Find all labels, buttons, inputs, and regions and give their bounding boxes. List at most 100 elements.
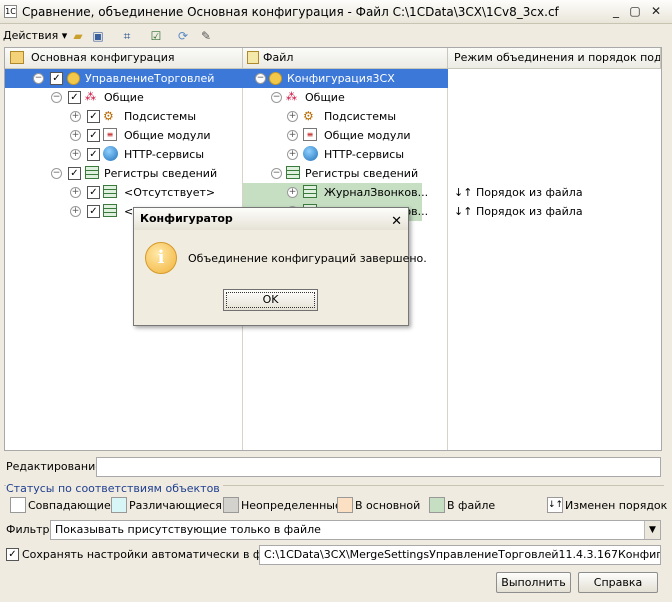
collapse-icon[interactable]: − [255,73,266,84]
column-header-main[interactable]: Основная конфигурация [5,48,243,69]
tree-item-label: Общие [305,91,345,104]
status-label: Неопределенные [241,499,342,512]
settings-icon[interactable]: ✎ [197,27,215,45]
column-header-main-label: Основная конфигурация [31,51,175,64]
autosave-label: Сохранять настройки автоматически в файл… [22,548,287,561]
order-icon: ↓↑ [454,205,473,218]
status-swatch [223,497,239,513]
status-swatch [10,497,26,513]
collapse-icon[interactable]: − [51,168,62,179]
expand-icon[interactable]: + [70,206,81,217]
edit-label: Редактирование: [6,460,106,473]
status-label: Различающиеся [129,499,222,512]
save-icon[interactable]: ▣ [89,27,107,45]
tree-item-label: HTTP-сервисы [324,148,405,161]
expand-icon[interactable]: + [287,111,298,122]
collapse-icon[interactable]: − [33,73,44,84]
filter-label: Фильтр: [6,523,54,536]
expand-icon[interactable]: + [287,187,298,198]
merge-mode-1[interactable]: ↓↑ Порядок из файла [454,183,583,202]
tree-item-label: Конфигурация3CX [287,72,395,85]
expand-icon[interactable]: + [287,130,298,141]
close-icon[interactable]: ✕ [648,4,664,19]
tree-item-label: Подсистемы [324,110,397,123]
statuses-legend-title: Статусы по соответствиям объектов [6,482,223,495]
checkbox[interactable]: ✓ [68,91,81,104]
tree-item-label: Подсистемы [124,110,197,123]
expand-icon[interactable]: + [70,111,81,122]
collapse-icon[interactable]: − [51,92,62,103]
dialog-title: Конфигуратор ✕ [134,208,408,230]
register-icon [303,185,317,198]
merge-mode-label: Порядок из файла [475,186,583,199]
http-service-icon [303,146,318,161]
column-header-mode-label: Режим объединения и порядок подчи... [454,51,661,64]
merge-mode-2[interactable]: ↓↑ Порядок из файла [454,202,583,221]
tree-item-label: Регистры сведений [104,167,218,180]
status-label: Совпадающие [28,499,111,512]
settings-file-path[interactable]: C:\1CData\3CX\MergeSettingsУправлениеТор… [259,545,661,565]
checkbox[interactable]: ✓ [87,129,100,142]
config-icon [10,51,24,64]
status-label: В основной [355,499,421,512]
maximize-icon[interactable]: ▢ [627,4,643,19]
checkbox[interactable]: ✓ [87,110,100,123]
status-swatch [111,497,127,513]
common-icon: ⁂ [286,90,297,103]
minimize-icon[interactable]: _ [608,4,624,19]
chevron-down-icon: ▾ [61,29,68,42]
check-list-icon[interactable]: ☑ [147,27,165,45]
open-folder-icon[interactable]: ▰ [69,27,87,45]
register-icon [103,204,117,217]
status-swatch: ↓↑ [547,497,563,513]
dialog-title-text: Конфигуратор [140,212,233,225]
module-icon: ≡ [103,128,117,141]
close-icon[interactable]: ✕ [391,211,402,233]
tree-item-label: Общие [104,91,144,104]
column-header-mode[interactable]: Режим объединения и порядок подчи... [448,48,661,69]
message-dialog: Конфигуратор ✕ i Объединение конфигураций… [133,207,427,326]
register-icon [85,166,99,179]
expand-icon[interactable]: + [70,130,81,141]
subsystems-icon: ⚙ [103,109,114,123]
file-icon [247,51,259,64]
collapse-icon[interactable]: − [271,92,282,103]
checkbox[interactable]: ✓ [87,148,100,161]
checkbox[interactable]: ✓ [87,186,100,199]
configuration-icon [269,72,282,85]
chevron-down-icon[interactable]: ▼ [644,521,660,539]
common-icon: ⁂ [85,90,96,103]
settings-file-path-value: C:\1CData\3CX\MergeSettingsУправлениеТор… [264,548,661,561]
collapse-icon[interactable]: − [271,168,282,179]
column-header-file[interactable]: Файл [243,48,448,69]
tree-mark-icon[interactable]: ⌗ [118,27,136,45]
autosave-checkbox[interactable]: ✓ [6,548,19,561]
checkbox[interactable]: ✓ [87,205,100,218]
expand-icon[interactable]: + [70,187,81,198]
refresh-icon[interactable]: ⟳ [174,27,192,45]
help-button[interactable]: Справка [578,572,658,593]
expand-icon[interactable]: + [70,149,81,160]
tree-item-label: Общие модули [124,129,211,142]
dialog-message: Объединение конфигураций завершено. [188,252,427,265]
checkbox[interactable]: ✓ [68,167,81,180]
execute-button[interactable]: Выполнить [496,572,571,593]
toolbar: Действия ▾ ▰ ▣ ⌗ ☑ ⟳ ✎ [0,25,672,47]
tree-item-label: ЖурналЗвонков... [324,186,429,199]
checkbox[interactable]: ✓ [50,72,63,85]
actions-label: Действия [3,29,59,42]
edit-field[interactable] [96,457,661,477]
app-icon: 1С [4,5,17,18]
order-icon: ↓↑ [454,186,473,199]
tree-item-label: HTTP-сервисы [124,148,205,161]
tree-item-label: УправлениеТорговлей [85,72,215,85]
tree-item-label: Общие модули [324,129,411,142]
filter-select[interactable]: Показывать присутствующие только в файле… [50,520,661,540]
title-bar: 1С Сравнение, объединение Основная конфи… [0,0,672,24]
actions-menu[interactable]: Действия ▾ [3,29,67,42]
tree-item-label: <Отсутствует> [124,186,216,199]
ok-button[interactable]: OK [223,289,318,311]
tree-item-label: Регистры сведений [305,167,419,180]
configuration-icon [67,72,80,85]
expand-icon[interactable]: + [287,149,298,160]
